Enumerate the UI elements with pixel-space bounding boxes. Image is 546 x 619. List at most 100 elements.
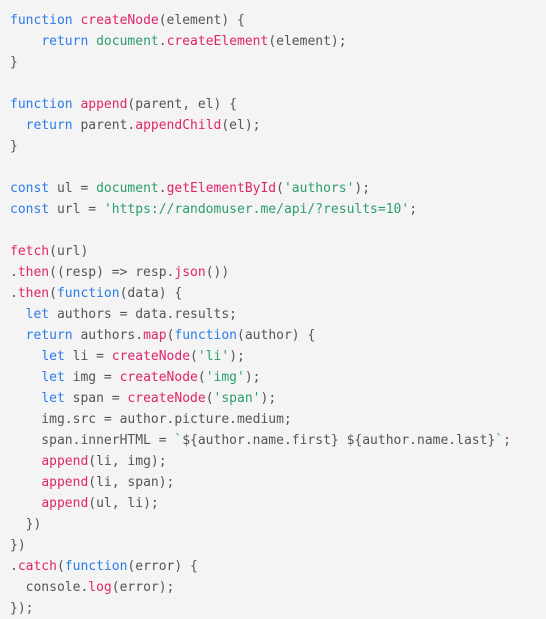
code-token-pl: ${author.name.first} ${author.name.last} <box>182 433 496 448</box>
code-token-pl: parent. <box>72 118 136 133</box>
code-token-pl: ; <box>409 202 418 217</box>
code-token-pl: ); <box>354 181 371 196</box>
code-line: fetch(url) <box>10 241 546 262</box>
code-token-pl: span.innerHTML = <box>10 433 175 448</box>
code-token-fn: then <box>17 265 50 280</box>
code-token-pl: (element); <box>268 34 347 49</box>
code-line: span.innerHTML = `${author.name.first} $… <box>10 430 546 451</box>
code-token-kw: let <box>41 370 65 385</box>
code-token-pl: ( <box>56 559 65 574</box>
code-token-pl: . <box>158 34 167 49</box>
code-token-pl: ( <box>197 370 206 385</box>
code-token-kw: function <box>56 286 120 301</box>
code-line: } <box>10 52 546 73</box>
code-line: }) <box>10 535 546 556</box>
code-line: return parent.appendChild(el); <box>10 115 546 136</box>
code-line: .then(function(data) { <box>10 283 546 304</box>
code-token-pl: (data) { <box>119 286 183 301</box>
code-token-fn: append <box>41 496 89 511</box>
code-token-fn: createNode <box>119 370 198 385</box>
code-token-pl: (parent, el) { <box>127 97 237 112</box>
code-token-kw: let <box>25 307 50 322</box>
code-token-str: 'span' <box>213 391 261 406</box>
code-token-kw: return <box>25 328 73 343</box>
code-token-pl: ul = <box>49 181 97 196</box>
code-token-pl: ((resp) => resp. <box>49 265 175 280</box>
code-token-pl: } <box>10 139 18 154</box>
code-token-kw: let <box>41 391 65 406</box>
code-token-pl: ( <box>190 349 198 364</box>
code-token-fn: createElement <box>166 34 269 49</box>
code-token-pl: ); <box>260 391 277 406</box>
code-line: }); <box>10 598 546 619</box>
code-token-pl: li = <box>64 349 112 364</box>
code-line: const url = 'https://randomuser.me/api/?… <box>10 199 546 220</box>
code-token-pl: ; <box>503 433 511 448</box>
code-line: console.log(error); <box>10 577 546 598</box>
code-token-kw: let <box>41 349 65 364</box>
code-token-fn: append <box>41 475 89 490</box>
code-token-pl: (element) { <box>158 13 245 28</box>
code-token-kw: function <box>64 559 128 574</box>
code-token-str: 'img' <box>205 370 245 385</box>
code-token-pl: ( <box>49 286 57 301</box>
code-token-kw: const <box>10 181 50 196</box>
code-line: .catch(function(error) { <box>10 556 546 577</box>
code-token-pl: } <box>10 55 18 70</box>
code-line: let li = createNode('li'); <box>10 346 546 367</box>
code-token-fn: createNode <box>80 13 159 28</box>
code-token-pl: }) <box>10 538 26 553</box>
code-token-fn: createNode <box>111 349 191 364</box>
code-token-pl: img.src = author.picture.medium; <box>10 412 292 427</box>
code-line: return document.createElement(element); <box>10 31 546 52</box>
code-token-pl: ); <box>244 370 261 385</box>
code-token-pl: (ul, li); <box>88 496 159 511</box>
code-token-fn: append <box>41 454 89 469</box>
code-token-fn: appendChild <box>135 118 222 133</box>
code-token-pl: ); <box>229 349 245 364</box>
code-line: function append(parent, el) { <box>10 94 546 115</box>
code-token-pl: (error) { <box>127 559 198 574</box>
code-token-kw: function <box>174 328 238 343</box>
code-token-pl: url = <box>49 202 104 217</box>
code-token-bi: document <box>96 34 159 49</box>
code-token-fn: map <box>143 328 167 343</box>
code-token-bi: document <box>96 181 159 196</box>
code-token-pl: . <box>10 265 18 280</box>
code-block[interactable]: function createNode(element) { return do… <box>0 0 546 616</box>
code-line: append(ul, li); <box>10 493 546 514</box>
code-token-fn: catch <box>17 559 57 574</box>
code-line: let authors = data.results; <box>10 304 546 325</box>
code-token-str: 'li' <box>197 349 230 364</box>
code-token-pl: (author) { <box>237 328 316 343</box>
code-token-pl: (url) <box>49 244 89 259</box>
code-line: let span = createNode('span'); <box>10 388 546 409</box>
code-token-fn: createNode <box>127 391 206 406</box>
code-token-pl: }) <box>10 517 42 532</box>
code-token-pl: ( <box>205 391 214 406</box>
code-token-fn: log <box>88 580 112 595</box>
code-token-pl: ( <box>276 181 284 196</box>
code-line: append(li, img); <box>10 451 546 472</box>
code-token-pl: (error); <box>111 580 175 595</box>
code-line: function createNode(element) { <box>10 10 546 31</box>
code-line: const ul = document.getElementById('auth… <box>10 178 546 199</box>
code-token-str: 'https://randomuser.me/api/?results=10' <box>103 202 410 217</box>
code-token-pl: . <box>10 559 18 574</box>
code-line: append(li, span); <box>10 472 546 493</box>
code-token-str: ` <box>495 433 504 448</box>
code-line: return authors.map(function(author) { <box>10 325 546 346</box>
code-token-pl: . <box>158 181 167 196</box>
code-token-fn: then <box>17 286 50 301</box>
